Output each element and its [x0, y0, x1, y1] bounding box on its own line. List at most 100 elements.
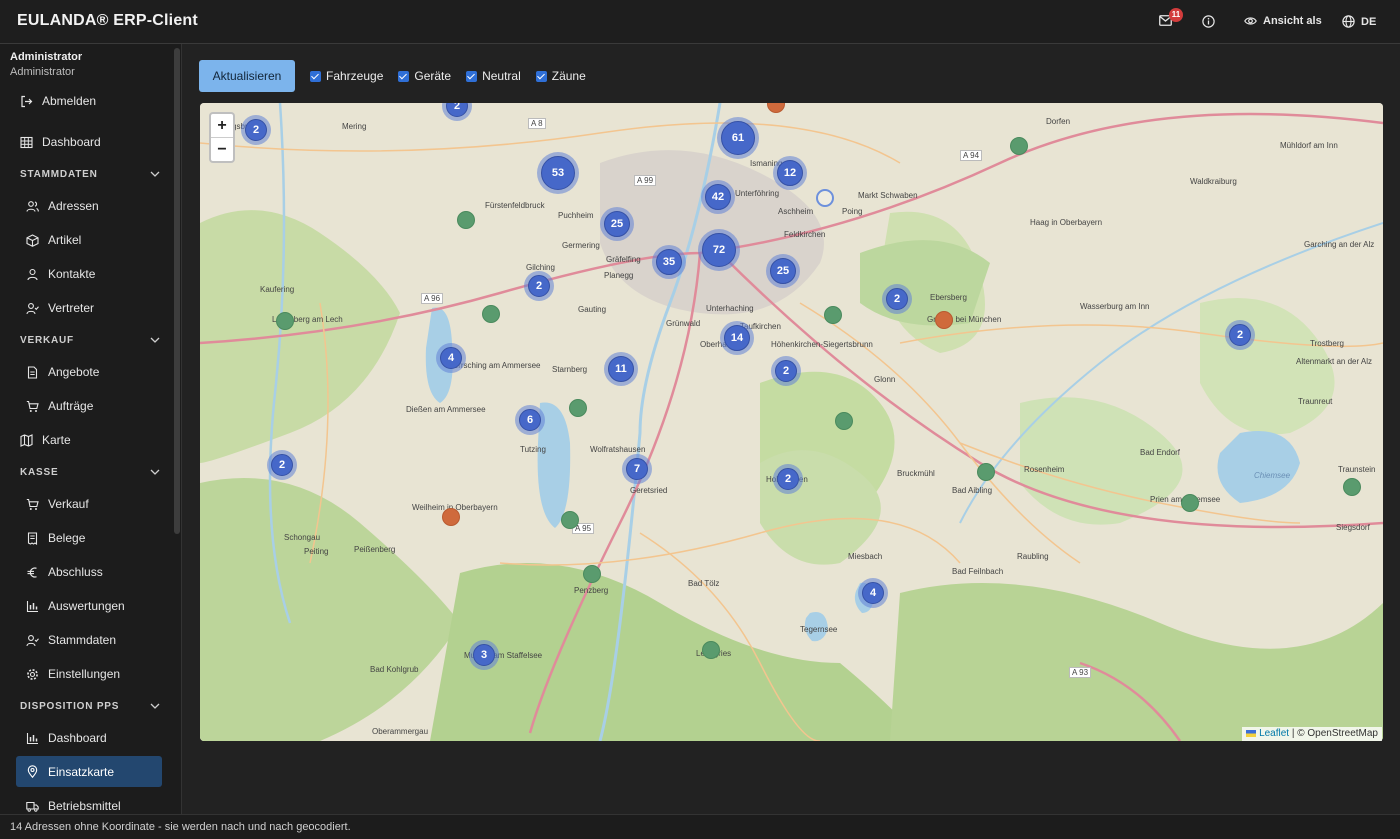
place-label: Garching an der Alz: [1304, 240, 1375, 249]
marker-zaun[interactable]: [816, 189, 834, 207]
cluster-count: 12: [777, 160, 803, 186]
map-attribution: Leaflet | © OpenStreetMap: [1242, 727, 1382, 741]
sidebar-item-karte[interactable]: Karte: [20, 425, 71, 455]
marker-geraet[interactable]: [977, 463, 995, 481]
sidebar-item-auswertungen[interactable]: Auswertungen: [26, 591, 125, 621]
checkbox-checked[interactable]: [310, 70, 321, 82]
sidebar-item-kontakte[interactable]: Kontakte: [26, 259, 95, 289]
marker-cluster[interactable]: 4: [858, 578, 888, 608]
sidebar-item-angebote[interactable]: Angebote: [26, 357, 99, 387]
marker-cluster[interactable]: 2: [771, 356, 801, 386]
marker-geraet[interactable]: [583, 565, 601, 583]
marker-cluster[interactable]: 3: [469, 640, 499, 670]
cluster-count: 61: [721, 121, 755, 155]
cluster-count: 2: [777, 468, 799, 490]
marker-geraet[interactable]: [569, 399, 587, 417]
marker-cluster[interactable]: 11: [604, 352, 638, 386]
sidebar-item-adressen[interactable]: Adressen: [26, 191, 99, 221]
app-title: EULANDA® ERP-Client: [17, 12, 198, 29]
language-button[interactable]: DE: [1342, 15, 1376, 28]
marker-geraet[interactable]: [1343, 478, 1361, 496]
marker-geraet[interactable]: [457, 211, 475, 229]
section-disposition[interactable]: DISPOSITION PPS: [20, 696, 160, 716]
sidebar-item-kasse-stammdaten[interactable]: Stammdaten: [26, 625, 116, 655]
section-label: VERKAUF: [20, 334, 74, 346]
marker-cluster[interactable]: 2: [241, 115, 271, 145]
marker-fahrzeug[interactable]: [442, 508, 460, 526]
place-label: Bad Kohlgrub: [370, 665, 419, 674]
marker-cluster[interactable]: 4: [436, 343, 466, 373]
leaflet-link[interactable]: Leaflet: [1259, 728, 1289, 739]
checkbox-checked[interactable]: [398, 70, 410, 82]
marker-geraet[interactable]: [561, 511, 579, 529]
user-icon: [27, 268, 38, 280]
marker-geraet[interactable]: [1181, 494, 1199, 512]
zoom-in-button[interactable]: +: [211, 114, 233, 138]
road-label: A 96: [421, 293, 444, 304]
view-as-button[interactable]: Ansicht als: [1244, 15, 1322, 27]
marker-cluster[interactable]: 2: [1225, 320, 1255, 350]
logout-button[interactable]: Abmelden: [20, 86, 96, 116]
filter-zaeune[interactable]: Zäune: [535, 69, 586, 83]
marker-cluster[interactable]: 2: [773, 464, 803, 494]
place-label: Bad Feilnbach: [952, 567, 1004, 576]
section-stammdaten[interactable]: STAMMDATEN: [20, 164, 160, 184]
marker-cluster[interactable]: 7: [622, 454, 652, 484]
checkbox-checked[interactable]: [466, 70, 478, 82]
place-label: Gräfelfing: [606, 255, 641, 264]
sidebar-item-vertreter[interactable]: Vertreter: [26, 293, 94, 323]
section-kasse[interactable]: KASSE: [20, 462, 160, 482]
marker-geraet[interactable]: [835, 412, 853, 430]
filter-geraete[interactable]: Geräte: [398, 69, 451, 83]
filter-neutral[interactable]: Neutral: [466, 69, 521, 83]
map-view[interactable]: Königsbrunn Mering Dorfen Mühldorf am In…: [200, 103, 1383, 741]
sidebar-item-abschluss[interactable]: Abschluss: [26, 557, 103, 587]
place-label: Wasserburg am Inn: [1080, 302, 1150, 311]
marker-geraet[interactable]: [702, 641, 720, 659]
marker-geraet[interactable]: [276, 312, 294, 330]
marker-cluster[interactable]: 53: [537, 152, 579, 194]
marker-cluster[interactable]: 72: [698, 229, 740, 271]
marker-cluster[interactable]: 25: [600, 207, 634, 241]
marker-geraet[interactable]: [482, 305, 500, 323]
marker-geraet[interactable]: [824, 306, 842, 324]
zoom-out-button[interactable]: −: [211, 138, 233, 162]
mail-button[interactable]: 11: [1159, 8, 1183, 26]
marker-cluster[interactable]: 6: [515, 405, 545, 435]
marker-cluster[interactable]: 42: [701, 180, 735, 214]
marker-geraet[interactable]: [1010, 137, 1028, 155]
road-label: A 8: [528, 118, 546, 129]
sidebar-item-kasse-verkauf[interactable]: Verkauf: [26, 489, 89, 519]
mail-badge: 11: [1169, 8, 1183, 22]
info-button[interactable]: [1202, 15, 1215, 28]
place-label: Mühldorf am Inn: [1280, 141, 1338, 150]
sidebar-item-auftraege[interactable]: Aufträge: [26, 391, 93, 421]
marker-cluster[interactable]: 2: [267, 450, 297, 480]
marker-cluster[interactable]: 2: [882, 284, 912, 314]
sidebar-item-betriebsmittel[interactable]: Betriebsmittel: [26, 791, 121, 814]
sidebar-item-einstellungen[interactable]: Einstellungen: [26, 659, 120, 689]
road-label: A 94: [960, 150, 983, 161]
filter-fahrzeuge[interactable]: Fahrzeuge: [310, 69, 383, 83]
cluster-count: 14: [724, 325, 750, 351]
place-label: Puchheim: [558, 211, 594, 220]
sidebar-item-dashboard[interactable]: Dashboard: [20, 127, 101, 157]
marker-cluster[interactable]: 14: [720, 321, 754, 355]
checkbox-checked[interactable]: [535, 70, 547, 82]
refresh-button[interactable]: Aktualisieren: [199, 60, 295, 92]
marker-cluster[interactable]: 12: [773, 156, 807, 190]
section-label: DISPOSITION PPS: [20, 700, 120, 712]
sidebar-scrollbar[interactable]: [174, 48, 180, 534]
sidebar-item-pps-dashboard[interactable]: Dashboard: [26, 723, 107, 753]
sidebar-item-artikel[interactable]: Artikel: [26, 225, 81, 255]
marker-cluster[interactable]: 61: [717, 117, 759, 159]
marker-cluster[interactable]: 2: [524, 271, 554, 301]
marker-cluster[interactable]: 35: [652, 245, 686, 279]
sidebar-item-einsatzkarte[interactable]: Einsatzkarte: [16, 756, 162, 787]
sidebar-item-belege[interactable]: Belege: [26, 523, 85, 553]
section-verkauf[interactable]: VERKAUF: [20, 330, 160, 350]
bar-chart-icon: [26, 732, 38, 744]
place-label: Gauting: [578, 305, 607, 314]
marker-cluster[interactable]: 25: [766, 254, 800, 288]
marker-fahrzeug[interactable]: [935, 311, 953, 329]
